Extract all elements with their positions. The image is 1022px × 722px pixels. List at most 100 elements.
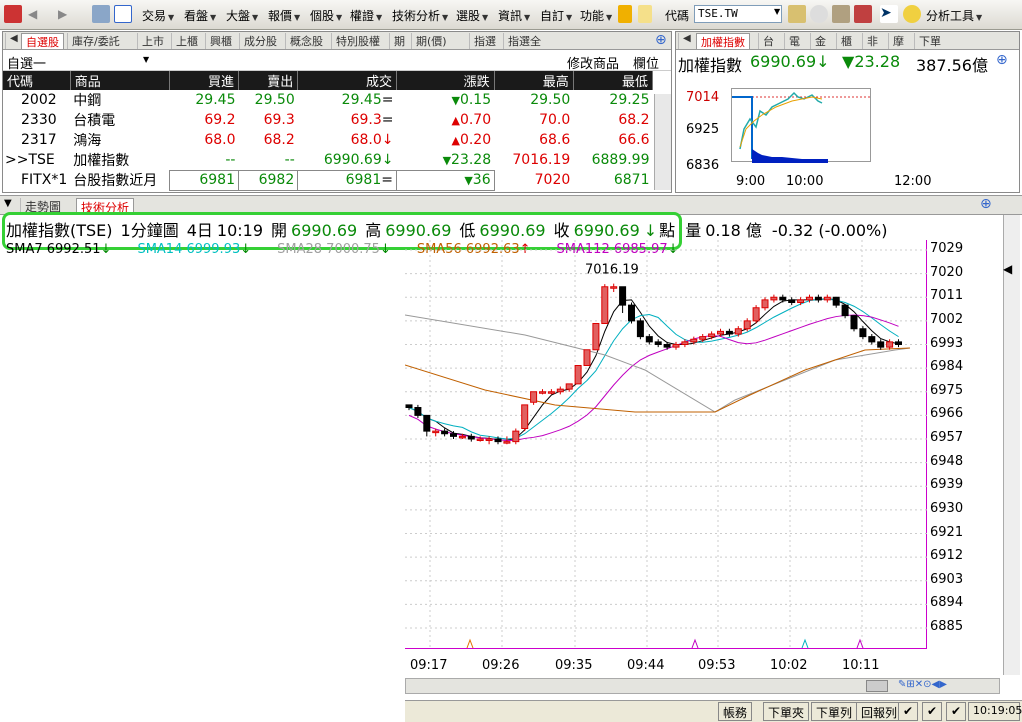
index-tab-4[interactable]: 櫃: [836, 33, 856, 49]
tab-9[interactable]: 期(價): [411, 33, 451, 49]
status-check-1[interactable]: ✔: [898, 702, 918, 721]
edit-items-button[interactable]: 修改商品: [567, 53, 619, 72]
status-check-3[interactable]: ✔: [946, 702, 966, 721]
back-icon[interactable]: ◀: [28, 7, 37, 21]
menu-7[interactable]: 選股 ▼: [456, 7, 488, 24]
header-0[interactable]: 代碼: [3, 71, 71, 90]
menu-1[interactable]: 看盤 ▼: [184, 7, 216, 24]
quote-scrollbar[interactable]: [654, 94, 671, 190]
header-3[interactable]: 賣出: [238, 71, 299, 90]
alert-icon[interactable]: [854, 5, 872, 23]
status-button-2[interactable]: 下單列: [811, 702, 858, 721]
tab-6[interactable]: 概念股: [285, 33, 327, 49]
candle-body: [450, 433, 457, 437]
tab-5[interactable]: 成分股: [239, 33, 281, 49]
pencil-icon[interactable]: [618, 5, 632, 23]
menu-arrow-icon: ▼: [566, 13, 573, 22]
tech-zoom-icon[interactable]: ⊕: [980, 196, 992, 212]
index-tab-0[interactable]: 加權指數: [696, 33, 750, 49]
menu-10[interactable]: 功能 ▼: [580, 7, 612, 24]
status-button-1[interactable]: 下單夾: [763, 702, 810, 721]
menu-2[interactable]: 大盤 ▼: [226, 7, 258, 24]
code-dropdown-icon[interactable]: ▼: [774, 7, 780, 16]
index-tab-6[interactable]: 摩: [888, 33, 908, 49]
status-button-0[interactable]: 帳務: [718, 702, 753, 721]
menu-5[interactable]: 權證 ▼: [350, 7, 382, 24]
columns-button[interactable]: 欄位: [633, 53, 659, 72]
index-tab-3[interactable]: 金: [810, 33, 830, 49]
menu-0[interactable]: 交易 ▼: [142, 7, 174, 24]
tab-11[interactable]: 指選全: [503, 33, 545, 49]
last-mark: ↓: [381, 151, 394, 168]
header-7[interactable]: 最低: [573, 71, 654, 90]
analysis-tools-menu[interactable]: 分析工具 ▼: [926, 7, 982, 24]
tab-8[interactable]: 期: [389, 33, 409, 49]
header-4[interactable]: 成交: [297, 71, 397, 90]
table-row[interactable]: >>TSE 加權指數 -- -- 6990.69↓ ▼23.28 7016.19 6889.9…: [3, 150, 653, 170]
chart-icon[interactable]: [788, 5, 806, 23]
y-tick: 6948: [930, 453, 964, 469]
status-check-2[interactable]: ✔: [922, 702, 942, 721]
scroll-left-icon[interactable]: ◀: [1003, 262, 1020, 276]
tab-1[interactable]: 庫存/委託: [67, 33, 124, 49]
candle-body: [414, 407, 422, 416]
header-6[interactable]: 最高: [494, 71, 574, 90]
forward-icon[interactable]: ▶: [58, 7, 67, 21]
header-1[interactable]: 商品: [70, 71, 171, 90]
candle-chart-area: 7016.19: [404, 240, 927, 649]
search-icon[interactable]: [810, 5, 828, 23]
tech-vertical-scrollbar[interactable]: [1003, 215, 1020, 675]
chart-bottom-toolbar: ✎⊞✕⊙◀▶: [405, 678, 1000, 694]
table-row[interactable]: 2317 鴻海 68.0 68.2 68.0↓ ▲0.20 68.6 66.6: [3, 130, 653, 150]
index-tab-7[interactable]: 下單: [914, 33, 945, 49]
chart-tool-icons[interactable]: ✎⊞✕⊙◀▶: [898, 679, 998, 693]
tools-icon[interactable]: [832, 5, 850, 23]
menu-3[interactable]: 報價 ▼: [268, 7, 300, 24]
tech-collapse-icon[interactable]: ▼: [4, 198, 12, 209]
menu-6[interactable]: 技術分析 ▼: [392, 7, 448, 24]
popout-icon[interactable]: [114, 5, 132, 23]
cell-ask: 69.3: [263, 112, 295, 128]
cell-change: ▲0.20: [396, 130, 494, 150]
table-row[interactable]: FITX*1 台股指數近月 6981 6982 6981= ▼36 7020 6871: [3, 169, 653, 191]
last-value: 6990.69: [323, 151, 382, 168]
cell-bid: 29.45: [195, 92, 236, 108]
header-5[interactable]: 漲跌: [396, 71, 495, 90]
tabs-nav-icon[interactable]: ◀: [5, 33, 22, 49]
tab-0[interactable]: 自選股: [21, 33, 64, 49]
index-zoom-icon[interactable]: ⊕: [996, 52, 1008, 68]
tab-4[interactable]: 興櫃: [205, 33, 236, 49]
status-button-3[interactable]: 回報列: [856, 702, 903, 721]
tab-3[interactable]: 上櫃: [171, 33, 202, 49]
chart-scroll-thumb[interactable]: [866, 680, 888, 692]
menu-9[interactable]: 自訂 ▼: [540, 7, 572, 24]
menu-arrow-icon: ▼: [168, 13, 175, 22]
candle-body: [654, 341, 662, 345]
table-row[interactable]: 2002 中鋼 29.45 29.50 29.45= ▼0.15 29.50 29.25: [3, 90, 653, 110]
index-tab-5[interactable]: 非: [862, 33, 882, 49]
candle-body: [628, 304, 635, 322]
magnifier-icon[interactable]: [903, 5, 921, 23]
index-tab-1[interactable]: 台: [758, 33, 778, 49]
tab-10[interactable]: 指選: [469, 33, 500, 49]
tab-2[interactable]: 上市: [137, 33, 168, 49]
candle-body: [476, 438, 484, 441]
home-icon[interactable]: [4, 5, 22, 23]
menu-label-5: 權證: [350, 9, 375, 23]
cursor-icon[interactable]: ➤: [880, 5, 898, 23]
menu-4[interactable]: 個股 ▼: [310, 7, 342, 24]
print-icon[interactable]: [92, 5, 110, 23]
watchlist-selector[interactable]: 自選一: [7, 53, 46, 72]
header-2[interactable]: 買進: [169, 71, 239, 90]
tab-7[interactable]: 特別股權: [331, 33, 384, 49]
note-icon[interactable]: [638, 5, 652, 23]
menu-8[interactable]: 資訊 ▼: [498, 7, 530, 24]
watchlist-dropdown-icon[interactable]: ▼: [143, 55, 149, 64]
header-close: 6990.69: [573, 221, 640, 240]
table-row[interactable]: 2330 台積電 69.2 69.3 69.3= ▲0.70 70.0 68.2: [3, 110, 653, 130]
code-input[interactable]: TSE.TW: [694, 5, 782, 23]
index-tab-2[interactable]: 電: [784, 33, 804, 49]
menu-label-0: 交易: [142, 9, 167, 23]
index-tabs-nav-icon[interactable]: ◀: [678, 33, 695, 49]
quote-zoom-icon[interactable]: ⊕: [651, 32, 671, 48]
